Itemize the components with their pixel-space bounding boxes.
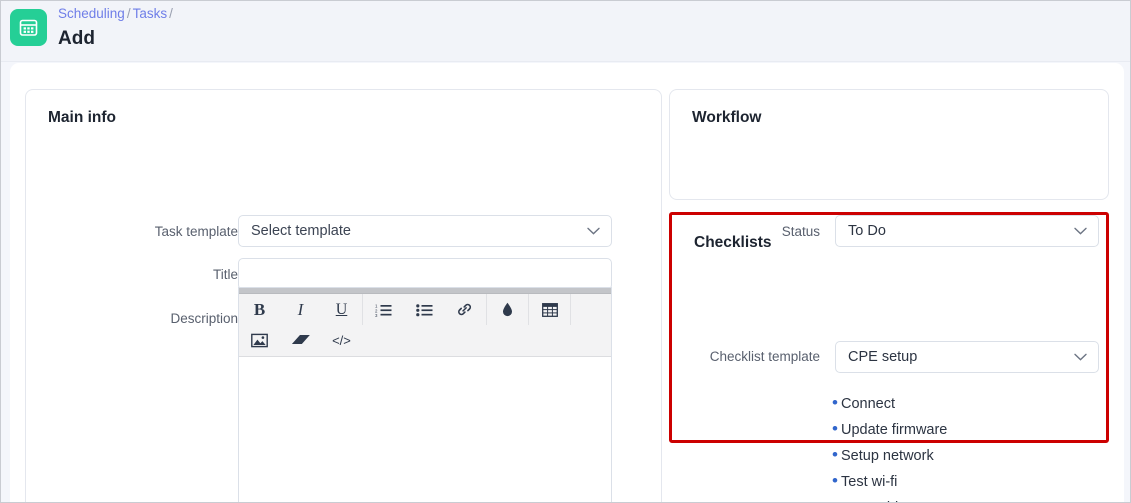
workflow-card: Workflow — [669, 89, 1109, 200]
checklist-template-value: CPE setup — [848, 349, 918, 365]
table-icon[interactable] — [529, 294, 570, 325]
page-root: Scheduling / Tasks / Add Main info Workflow… — [0, 0, 1131, 503]
breadcrumb-item-tasks[interactable]: Tasks — [133, 6, 168, 21]
main-info-title: Main info — [48, 109, 117, 126]
list-item: • Update firmware — [832, 416, 1102, 442]
unordered-list-icon[interactable] — [404, 294, 445, 325]
chevron-down-icon — [587, 223, 600, 239]
status-select[interactable]: To Do — [835, 215, 1099, 247]
chevron-down-icon — [1074, 349, 1087, 365]
list-item-label: Setup network — [841, 448, 934, 464]
bullet-icon: • — [832, 393, 838, 412]
task-template-value: Select template — [251, 223, 351, 239]
list-item-label: Test wi-fi — [841, 474, 898, 490]
list-item-label: Update firmware — [841, 422, 948, 438]
breadcrumb-separator-1: / — [126, 6, 131, 21]
list-item-label: Connect — [841, 396, 896, 412]
bold-icon[interactable]: B — [239, 294, 280, 325]
status-label: Status — [781, 224, 820, 239]
ordered-list-icon[interactable]: 1 2 3 — [363, 294, 404, 325]
checklist-items-list: • Connect • Update firmware • Setup netw… — [832, 390, 1102, 502]
eraser-icon[interactable] — [280, 325, 321, 356]
list-item: • Connect — [832, 390, 1102, 416]
calendar-icon — [10, 9, 47, 46]
description-label: Description — [170, 311, 238, 326]
header-text-block: Scheduling / Tasks / Add — [58, 4, 175, 52]
bullet-icon: • — [832, 419, 838, 438]
list-item: • Test wi-fi — [832, 468, 1102, 494]
italic-icon[interactable]: I — [280, 294, 321, 325]
chevron-down-icon — [1074, 223, 1087, 239]
status-value: To Do — [848, 223, 886, 239]
toolbar-group-table — [529, 294, 571, 325]
breadcrumb-separator-2: / — [169, 6, 173, 21]
color-fill-icon[interactable] — [487, 294, 528, 325]
editor-toolbar-row-1: B I U 1 2 3 — [239, 294, 611, 325]
toolbar-group-lists: 1 2 3 — [363, 294, 487, 325]
bullet-icon: • — [832, 471, 838, 490]
page-title: Add — [58, 28, 95, 49]
breadcrumb-item-scheduling[interactable]: Scheduling — [58, 6, 125, 21]
link-icon[interactable] — [445, 294, 486, 325]
page-header: Scheduling / Tasks / Add — [1, 1, 1130, 62]
list-item: • Test cable — [832, 494, 1102, 502]
image-icon[interactable] — [239, 325, 280, 356]
underline-icon[interactable]: U — [321, 294, 362, 325]
editor-toolbar-row-2: </> — [239, 325, 611, 356]
code-view-icon[interactable]: </> — [321, 325, 362, 356]
svg-text:3: 3 — [375, 312, 378, 316]
list-item: • Setup network — [832, 442, 1102, 468]
task-template-label: Task template — [154, 224, 238, 239]
toolbar-group-format: B I U — [239, 294, 363, 325]
toolbar-group-color — [487, 294, 529, 325]
description-editor: B I U 1 2 3 </> — [238, 287, 612, 502]
checklist-template-select[interactable]: CPE setup — [835, 341, 1099, 373]
checklist-template-label: Checklist template — [709, 349, 820, 364]
title-input[interactable] — [238, 258, 612, 290]
bullet-icon: • — [832, 494, 841, 502]
bullet-icon: • — [832, 445, 838, 464]
description-textarea[interactable]: 0 — [239, 357, 611, 502]
breadcrumb: Scheduling / Tasks / — [58, 4, 175, 23]
page-body: Main info Workflow Checklists Task templ… — [10, 63, 1124, 502]
task-template-select[interactable]: Select template — [238, 215, 612, 247]
title-field-label: Title — [212, 267, 238, 282]
editor-toolbar: B I U 1 2 3 </> — [239, 294, 611, 357]
workflow-title: Workflow — [692, 109, 762, 126]
list-item-label: Test cable — [841, 495, 906, 502]
code-view-glyph: </> — [332, 333, 351, 348]
